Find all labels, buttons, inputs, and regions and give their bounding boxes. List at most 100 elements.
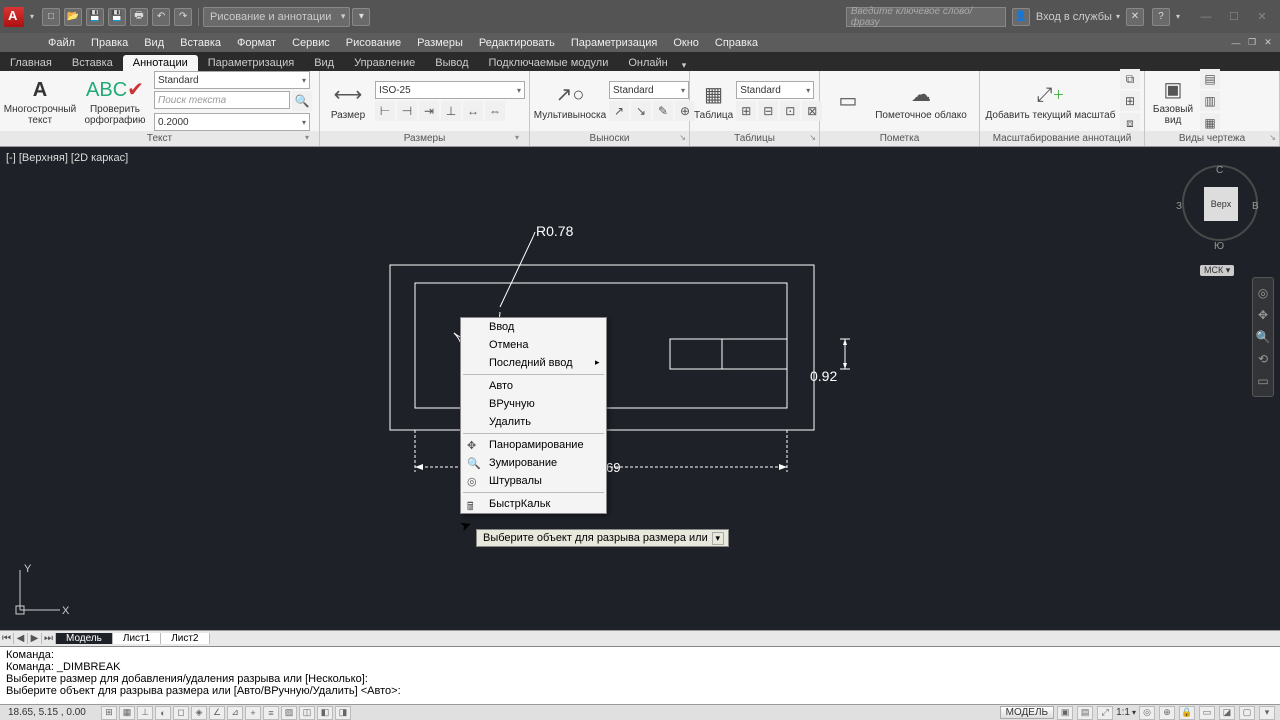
help-icon[interactable]: ? [1152, 8, 1170, 26]
status-otrack-toggle[interactable]: ∠ [209, 706, 225, 720]
leader-tool-icon[interactable]: ✎ [653, 101, 673, 121]
exchange-icon[interactable]: ✕ [1126, 8, 1144, 26]
status-qp-toggle[interactable]: ◫ [299, 706, 315, 720]
status-annotation-scale[interactable]: 1:1 [1116, 707, 1130, 718]
tab-output[interactable]: Вывод [425, 55, 478, 71]
status-tool-icon[interactable]: ▭ [1199, 706, 1215, 720]
layout-tab-sheet1[interactable]: Лист1 [113, 633, 161, 644]
menu-view[interactable]: Вид [136, 37, 172, 49]
tab-online[interactable]: Онлайн [618, 55, 677, 71]
tab-next-button[interactable]: ▶ [28, 633, 42, 644]
view-tool-icon[interactable]: ▦ [1200, 113, 1220, 133]
menu-file[interactable]: Файл [40, 37, 83, 49]
ctx-remove[interactable]: Удалить [461, 413, 606, 431]
status-snap-toggle[interactable]: ⊞ [101, 706, 117, 720]
layout-tab-sheet2[interactable]: Лист2 [161, 633, 209, 644]
status-cleanscreen-button[interactable]: ▾ [1259, 706, 1275, 720]
revcloud-button[interactable]: ☁ Пометочное облако [871, 82, 971, 121]
doc-close-button[interactable]: ✕ [1261, 36, 1275, 50]
status-am-toggle[interactable]: ◨ [335, 706, 351, 720]
window-minimize-button[interactable]: — [1192, 7, 1220, 27]
ctx-steeringwheels[interactable]: ◎Штурвалы [461, 472, 606, 490]
tab-manage[interactable]: Управление [344, 55, 425, 71]
spellcheck-button[interactable]: ABC✔ Проверить орфографию [79, 76, 151, 126]
qat-redo-icon[interactable]: ↷ [174, 8, 192, 26]
menu-window[interactable]: Окно [665, 37, 707, 49]
menu-tools[interactable]: Сервис [284, 37, 338, 49]
status-ortho-toggle[interactable]: ⊥ [137, 706, 153, 720]
leader-tool-icon[interactable]: ↘ [631, 101, 651, 121]
status-coordinates[interactable]: 18.65, 5.15 , 0.00 [0, 707, 100, 718]
text-style-dropdown[interactable]: Standard [154, 71, 310, 89]
status-tool-icon[interactable]: ▤ [1077, 706, 1093, 720]
status-tool-icon[interactable]: ◪ [1219, 706, 1235, 720]
navbar-orbit-icon[interactable]: ⟲ [1253, 348, 1273, 370]
dim-tool-icon[interactable]: ⇔ [485, 101, 505, 121]
table-style-dropdown[interactable]: Standard [736, 81, 814, 99]
view-tool-icon[interactable]: ▥ [1200, 91, 1220, 111]
scale-tool-icon[interactable]: ⊞ [1120, 91, 1140, 111]
qat-save-icon[interactable]: 💾 [86, 8, 104, 26]
window-maximize-button[interactable]: ☐ [1220, 7, 1248, 27]
scale-tool-icon[interactable]: ⧈ [1120, 113, 1140, 133]
doc-restore-button[interactable]: ❐ [1245, 36, 1259, 50]
menu-help[interactable]: Справка [707, 37, 766, 49]
dim-tool-icon[interactable]: ⊥ [441, 101, 461, 121]
tab-plugins[interactable]: Подключаемые модули [479, 55, 619, 71]
status-sc-toggle[interactable]: ◧ [317, 706, 333, 720]
qat-open-icon[interactable]: 📂 [64, 8, 82, 26]
viewcube-top-face[interactable]: Верх [1204, 187, 1238, 221]
workspace-dropdown[interactable]: Рисование и аннотации [203, 7, 350, 27]
find-text-input[interactable]: Поиск текста [154, 91, 290, 109]
panel-tables-title[interactable]: Таблицы [690, 131, 819, 146]
ctx-manual[interactable]: ВРучную [461, 395, 606, 413]
ctx-cancel[interactable]: Отмена [461, 336, 606, 354]
table-tool-icon[interactable]: ⊞ [736, 101, 756, 121]
command-window[interactable]: Команда: Команда: _DIMBREAK Выберите раз… [0, 646, 1280, 704]
text-height-dropdown[interactable]: 0.2000 [154, 113, 310, 131]
status-dyn-toggle[interactable]: + [245, 706, 261, 720]
status-3dosnap-toggle[interactable]: ◈ [191, 706, 207, 720]
help-search-input[interactable]: Введите ключевое слово/фразу [846, 7, 1006, 27]
ctx-pan[interactable]: ✥Панорамирование [461, 436, 606, 454]
navbar-zoom-icon[interactable]: 🔍 [1253, 326, 1273, 348]
tab-prev-button[interactable]: ◀ [14, 633, 28, 644]
navbar-wheel-icon[interactable]: ◎ [1253, 282, 1273, 304]
dim-tool-icon[interactable]: ↔ [463, 101, 483, 121]
sign-in-button[interactable]: Вход в службы [1036, 11, 1112, 23]
qat-saveas-icon[interactable]: 💾 [108, 8, 126, 26]
table-button[interactable]: ▦ Таблица [694, 82, 733, 121]
dim-tool-icon[interactable]: ⊢ [375, 101, 395, 121]
scale-tool-icon[interactable]: ⧉ [1120, 69, 1140, 89]
ctx-zoom[interactable]: 🔍Зумирование [461, 454, 606, 472]
tab-home[interactable]: Главная [0, 55, 62, 71]
wipeout-button[interactable]: ▭ [828, 87, 868, 115]
dim-tool-icon[interactable]: ⇥ [419, 101, 439, 121]
status-annovis-icon[interactable]: ◎ [1139, 706, 1155, 720]
mtext-button[interactable]: A Многострочный текст [4, 76, 76, 126]
infocenter-icon[interactable]: 👤 [1012, 8, 1030, 26]
dim-style-dropdown[interactable]: ISO-25 [375, 81, 525, 99]
tab-parametric[interactable]: Параметризация [198, 55, 304, 71]
tab-view[interactable]: Вид [304, 55, 344, 71]
qat-new-icon[interactable]: □ [42, 8, 60, 26]
viewcube-ucs-dropdown[interactable]: МСК ▾ [1200, 265, 1234, 276]
menu-modify[interactable]: Редактировать [471, 37, 563, 49]
ctx-enter[interactable]: Ввод [461, 318, 606, 336]
tab-annotations[interactable]: Аннотации [123, 55, 198, 71]
menu-insert[interactable]: Вставка [172, 37, 229, 49]
dim-tool-icon[interactable]: ⊣ [397, 101, 417, 121]
qat-undo-icon[interactable]: ↶ [152, 8, 170, 26]
ctx-quickcalc[interactable]: 🖩БыстрКальк [461, 495, 606, 513]
status-osnap-toggle[interactable]: ◻ [173, 706, 189, 720]
status-tool-icon[interactable]: ▣ [1057, 706, 1073, 720]
navbar-showmotion-icon[interactable]: ▭ [1253, 370, 1273, 392]
drawing-canvas[interactable]: [-] [Верхняя] [2D каркас] R0.78 0.92 [0, 147, 1280, 630]
dimension-button[interactable]: ⟷ Размер [324, 82, 372, 121]
status-tool-icon[interactable]: 🔒 [1179, 706, 1195, 720]
menu-draw[interactable]: Рисование [338, 37, 409, 49]
doc-minimize-button[interactable]: — [1229, 36, 1243, 50]
status-model-button[interactable]: МОДЕЛЬ [1000, 706, 1054, 719]
menu-format[interactable]: Формат [229, 37, 284, 49]
status-polar-toggle[interactable]: ◐ [155, 706, 171, 720]
